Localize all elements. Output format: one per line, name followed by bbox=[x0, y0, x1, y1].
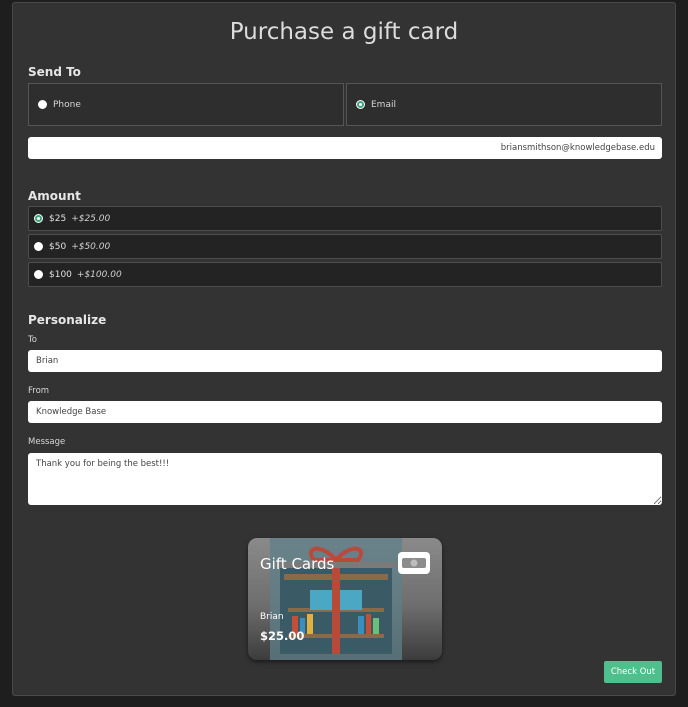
amount-option-50[interactable]: $50 +$50.00 bbox=[28, 234, 662, 259]
checkout-button[interactable]: Check Out bbox=[604, 661, 662, 683]
card-recipient-name: Brian bbox=[260, 612, 284, 622]
gift-card-form: Purchase a gift card Send To Phone Email… bbox=[12, 2, 676, 696]
from-label: From bbox=[28, 386, 50, 396]
send-option-phone[interactable]: Phone bbox=[28, 83, 344, 126]
amount-option-25[interactable]: $25 +$25.00 bbox=[28, 206, 662, 231]
amount-25-radio[interactable] bbox=[34, 214, 43, 223]
email-radio[interactable] bbox=[356, 100, 365, 109]
from-field[interactable] bbox=[28, 401, 662, 423]
amount-100-label: $100 bbox=[49, 269, 72, 280]
page-title: Purchase a gift card bbox=[229, 19, 459, 45]
card-title: Gift Cards bbox=[260, 555, 335, 573]
amount-50-radio[interactable] bbox=[34, 242, 43, 251]
amount-50-label: $50 bbox=[49, 241, 67, 252]
money-bill-icon bbox=[398, 552, 430, 574]
phone-label: Phone bbox=[53, 99, 81, 110]
message-field[interactable]: Thank you for being the best!!! bbox=[28, 453, 662, 505]
message-label: Message bbox=[28, 437, 66, 447]
amount-25-extra: +$25.00 bbox=[71, 213, 111, 224]
amount-25-label: $25 bbox=[49, 213, 67, 224]
amount-50-extra: +$50.00 bbox=[71, 241, 111, 252]
gift-card-preview: Gift Cards Brian $25.00 bbox=[248, 538, 442, 660]
phone-radio[interactable] bbox=[38, 100, 47, 109]
to-field[interactable] bbox=[28, 350, 662, 372]
amount-100-extra: +$100.00 bbox=[76, 269, 122, 280]
send-option-email[interactable]: Email bbox=[346, 83, 662, 126]
personalize-heading: Personalize bbox=[28, 313, 107, 327]
email-field[interactable] bbox=[28, 137, 662, 159]
send-to-heading: Send To bbox=[28, 65, 81, 79]
card-amount: $25.00 bbox=[260, 629, 305, 643]
amount-heading: Amount bbox=[28, 189, 81, 203]
amount-option-100[interactable]: $100 +$100.00 bbox=[28, 262, 662, 287]
amount-100-radio[interactable] bbox=[34, 270, 43, 279]
email-label: Email bbox=[371, 99, 396, 110]
to-label: To bbox=[28, 335, 37, 345]
